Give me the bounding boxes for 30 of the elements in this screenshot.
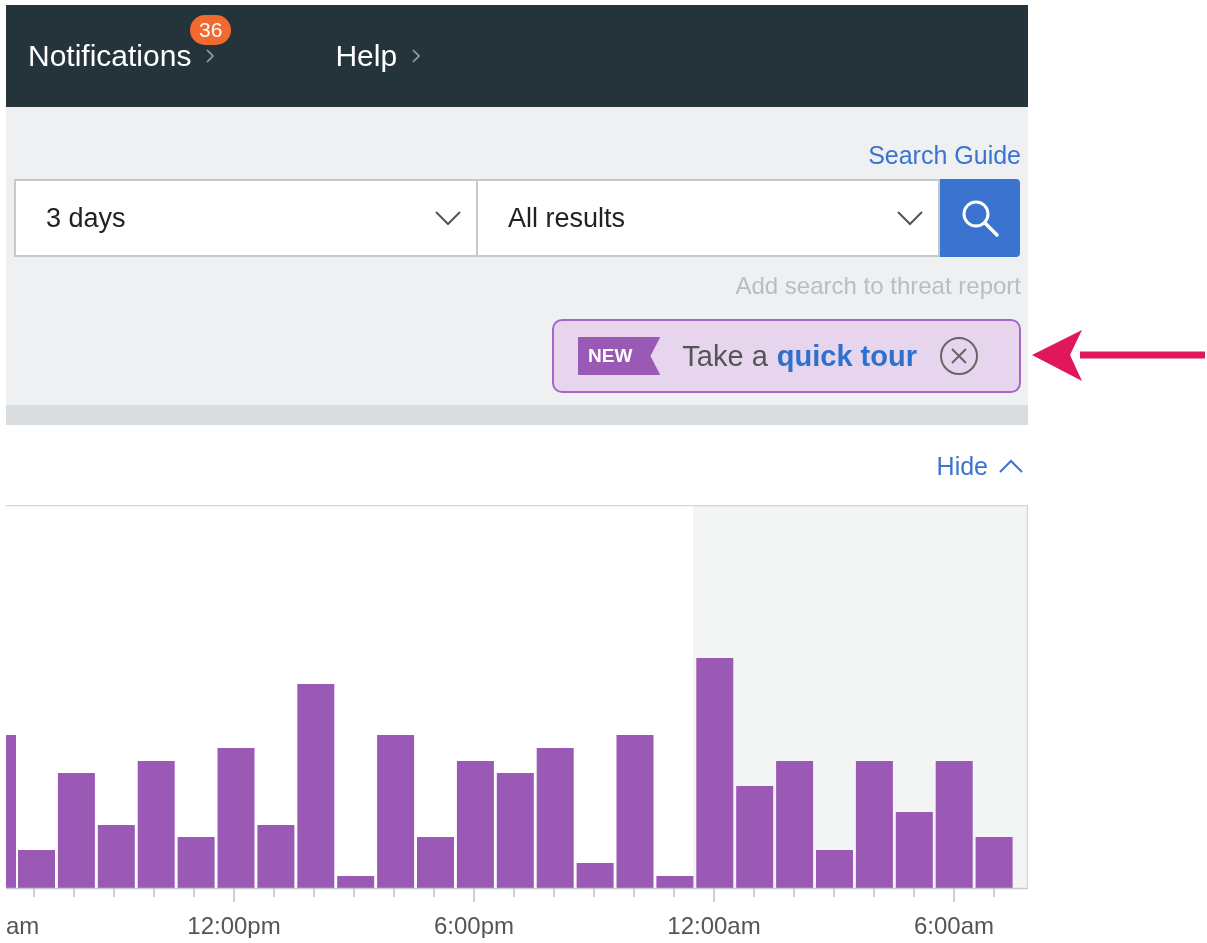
close-icon[interactable] bbox=[938, 336, 979, 376]
chevron-up-icon bbox=[998, 458, 1024, 474]
histogram-bar bbox=[177, 837, 215, 888]
search-guide-link[interactable]: Search Guide bbox=[868, 140, 1021, 170]
axis-label: 6:00am bbox=[913, 912, 995, 938]
histogram-bar bbox=[975, 837, 1013, 888]
histogram-bar bbox=[417, 837, 454, 888]
histogram-bar bbox=[337, 876, 375, 888]
nav-link[interactable]: Help bbox=[335, 39, 422, 73]
histogram-bar bbox=[656, 876, 694, 888]
chevron-right-icon bbox=[411, 48, 422, 64]
search-icon bbox=[960, 198, 1000, 238]
tour-prompt: Take a bbox=[682, 339, 768, 373]
histogram-bar bbox=[18, 850, 55, 888]
chevron-right-icon bbox=[205, 48, 216, 64]
hide-button[interactable]: Hide bbox=[936, 451, 1024, 481]
axis-label: 12:00am bbox=[667, 912, 761, 938]
chevron-down-icon bbox=[434, 210, 462, 226]
histogram-bar bbox=[257, 825, 295, 888]
histogram-bar bbox=[816, 850, 853, 888]
search-button[interactable] bbox=[940, 179, 1020, 257]
notification-count-badge: 36 bbox=[190, 15, 232, 45]
dropdown-field[interactable]: 3 days bbox=[14, 179, 478, 257]
axis-label: am bbox=[6, 912, 40, 938]
chevron-down-icon bbox=[896, 210, 924, 226]
quick-tour-link[interactable]: quick tour bbox=[776, 339, 917, 373]
new-tag: NEW bbox=[578, 337, 661, 375]
dropdown-field[interactable]: All results bbox=[478, 179, 940, 257]
histogram-bar bbox=[576, 863, 614, 888]
histogram-bar bbox=[97, 825, 135, 888]
